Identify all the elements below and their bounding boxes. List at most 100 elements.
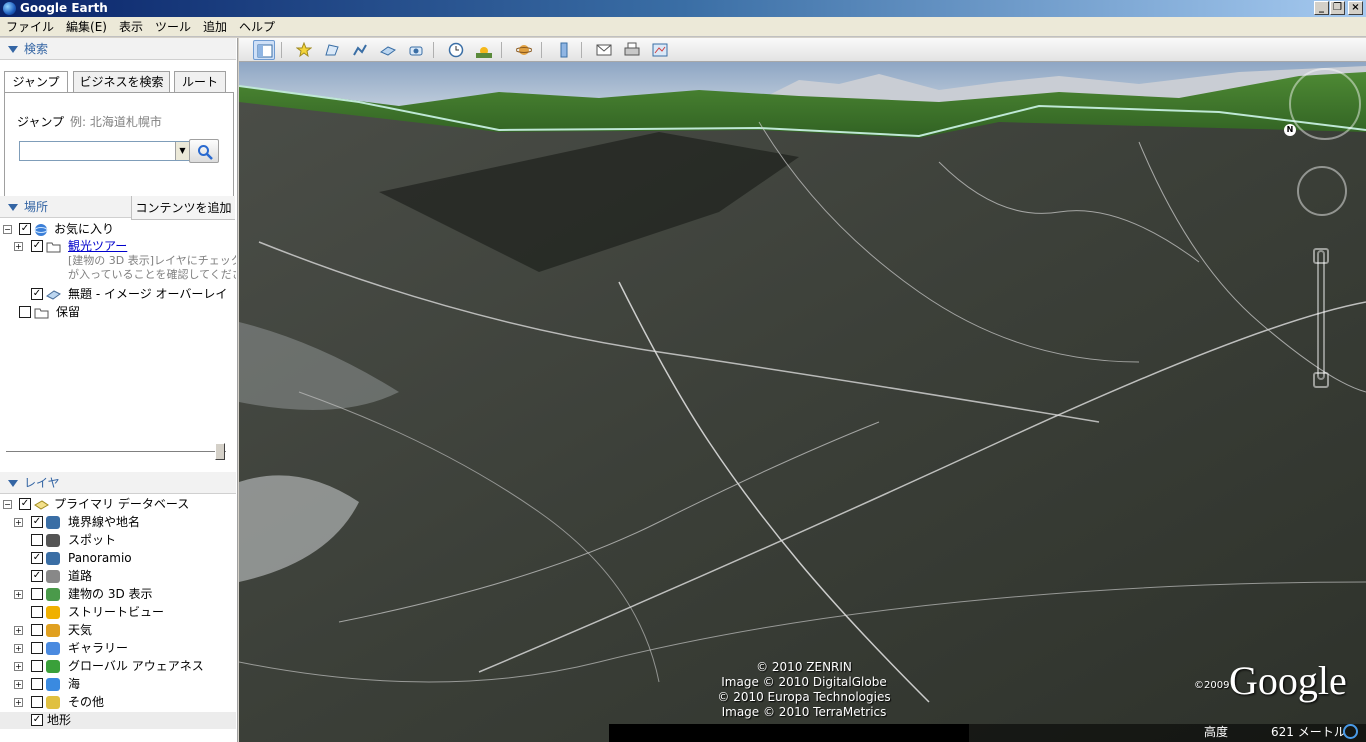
tree-row-favorites[interactable]: − ✓ お気に入り [0, 221, 236, 238]
layer-row[interactable]: + ギャラリー [0, 640, 236, 657]
layers-panel-header[interactable]: レイヤ [0, 472, 236, 494]
layer-row[interactable]: + グローバル アウェアネス [0, 658, 236, 675]
layer-checkbox[interactable] [31, 678, 43, 690]
expand-icon[interactable]: + [14, 644, 23, 653]
tour-link[interactable]: 観光ツアー [68, 238, 127, 255]
sunlight-button[interactable] [473, 40, 495, 60]
move-joystick[interactable] [1297, 166, 1347, 216]
altitude-label: 高度 [1204, 725, 1229, 739]
expand-icon[interactable]: + [14, 662, 23, 671]
zoom-slider[interactable] [1317, 250, 1325, 380]
layer-label: その他 [68, 695, 105, 709]
primary-database-checkbox[interactable]: ✓ [19, 498, 31, 510]
toolbar [239, 38, 1366, 62]
menu-help[interactable]: ヘルプ [233, 17, 281, 37]
add-image-overlay-button[interactable] [377, 40, 399, 60]
ocean-icon [46, 678, 60, 691]
layer-checkbox[interactable] [31, 588, 43, 600]
restore-button[interactable]: ❐ [1330, 1, 1345, 15]
print-button[interactable] [621, 40, 643, 60]
layer-checkbox[interactable] [31, 696, 43, 708]
street-view-icon [46, 606, 60, 619]
layer-row[interactable]: ストリートビュー [0, 604, 236, 621]
record-tour-button[interactable] [405, 40, 427, 60]
zoom-out-icon[interactable] [1313, 372, 1329, 388]
switch-planet-button[interactable] [513, 40, 535, 60]
add-polygon-button[interactable] [321, 40, 343, 60]
expand-icon[interactable]: + [14, 518, 23, 527]
historical-imagery-button[interactable] [445, 40, 467, 60]
image-overlay-icon [380, 46, 396, 56]
tree-row-overlay[interactable]: ✓ 無題 - イメージ オーバーレイ [0, 286, 236, 303]
view-in-maps-button[interactable] [649, 40, 671, 60]
tab-business-search[interactable]: ビジネスを検索 [73, 71, 170, 92]
overlay-checkbox[interactable]: ✓ [31, 288, 43, 300]
collapse-icon[interactable]: − [3, 500, 12, 509]
expand-icon[interactable]: + [14, 680, 23, 689]
layer-checkbox[interactable]: ✓ [31, 570, 43, 582]
expand-icon[interactable]: + [14, 590, 23, 599]
search-panel-header[interactable]: 検索 [0, 38, 236, 60]
north-indicator-icon[interactable]: N [1284, 124, 1296, 136]
search-input[interactable]: ▼ [19, 141, 190, 161]
menu-view[interactable]: 表示 [113, 17, 149, 37]
favorites-checkbox[interactable]: ✓ [19, 223, 31, 235]
places-panel-title: 場所 [24, 200, 49, 214]
menu-add[interactable]: 追加 [197, 17, 233, 37]
layer-row[interactable]: ✓ 地形 [0, 712, 236, 729]
layer-row[interactable]: + ✓ 境界線や地名 [0, 514, 236, 531]
3d-earth-viewer[interactable]: N © 2010 ZENRIN Image © 2010 DigitalGlob… [239, 62, 1366, 742]
add-path-button[interactable] [349, 40, 371, 60]
opacity-slider-track[interactable] [6, 451, 226, 453]
layer-row[interactable]: + 天気 [0, 622, 236, 639]
layer-row[interactable]: + その他 [0, 694, 236, 711]
minimize-button[interactable]: _ [1314, 1, 1329, 15]
collapse-icon[interactable]: − [3, 225, 12, 234]
weather-icon [46, 624, 60, 637]
layer-row[interactable]: ✓ Panoramio [0, 550, 236, 567]
toolbar-separator [581, 42, 582, 58]
layer-checkbox[interactable]: ✓ [31, 552, 43, 564]
layer-checkbox[interactable] [31, 534, 43, 546]
tab-jump[interactable]: ジャンプ [4, 71, 68, 93]
layer-row[interactable]: スポット [0, 532, 236, 549]
layer-row[interactable]: ✓ 道路 [0, 568, 236, 585]
opacity-slider-thumb[interactable] [215, 443, 225, 460]
add-placemark-button[interactable] [293, 40, 315, 60]
envelope-icon [596, 44, 612, 56]
tree-row-primary-database[interactable]: − ✓ プライマリ データベース [0, 496, 236, 513]
expand-icon[interactable]: + [14, 698, 23, 707]
tab-directions[interactable]: ルート [174, 71, 226, 92]
menu-edit[interactable]: 編集(E) [60, 17, 113, 37]
zoom-in-icon[interactable] [1313, 248, 1329, 264]
places-panel-header[interactable]: 場所 [0, 196, 131, 218]
dropdown-arrow-icon[interactable]: ▼ [175, 142, 189, 160]
more-folder-icon [46, 696, 60, 709]
ruler-button[interactable] [553, 40, 575, 60]
layer-checkbox[interactable]: ✓ [31, 714, 43, 726]
email-button[interactable] [593, 40, 615, 60]
tree-row-tour[interactable]: + ✓ 観光ツアー [0, 238, 236, 255]
menu-tools[interactable]: ツール [149, 17, 197, 37]
overlay-label: 無題 - イメージ オーバーレイ [68, 287, 228, 301]
layer-checkbox[interactable] [31, 624, 43, 636]
layer-checkbox[interactable]: ✓ [31, 516, 43, 528]
sidebar-toggle-button[interactable] [253, 40, 275, 60]
tree-row-temporary[interactable]: 保留 [0, 304, 236, 321]
layer-row[interactable]: + 海 [0, 676, 236, 693]
temporary-checkbox[interactable] [19, 306, 31, 318]
path-icon [353, 44, 367, 56]
layer-checkbox[interactable] [31, 660, 43, 672]
look-joystick[interactable] [1289, 68, 1361, 140]
layer-checkbox[interactable] [31, 606, 43, 618]
layer-checkbox[interactable] [31, 642, 43, 654]
title-bar: Google Earth _ ❐ × [0, 0, 1366, 17]
expand-icon[interactable]: + [14, 626, 23, 635]
layer-row[interactable]: + 建物の 3D 表示 [0, 586, 236, 603]
menu-file[interactable]: ファイル [0, 17, 60, 37]
expand-icon[interactable]: + [14, 242, 23, 251]
tour-checkbox[interactable]: ✓ [31, 240, 43, 252]
close-button[interactable]: × [1348, 1, 1363, 15]
add-content-button[interactable]: コンテンツを追加 [131, 196, 235, 220]
search-button[interactable] [189, 139, 219, 163]
